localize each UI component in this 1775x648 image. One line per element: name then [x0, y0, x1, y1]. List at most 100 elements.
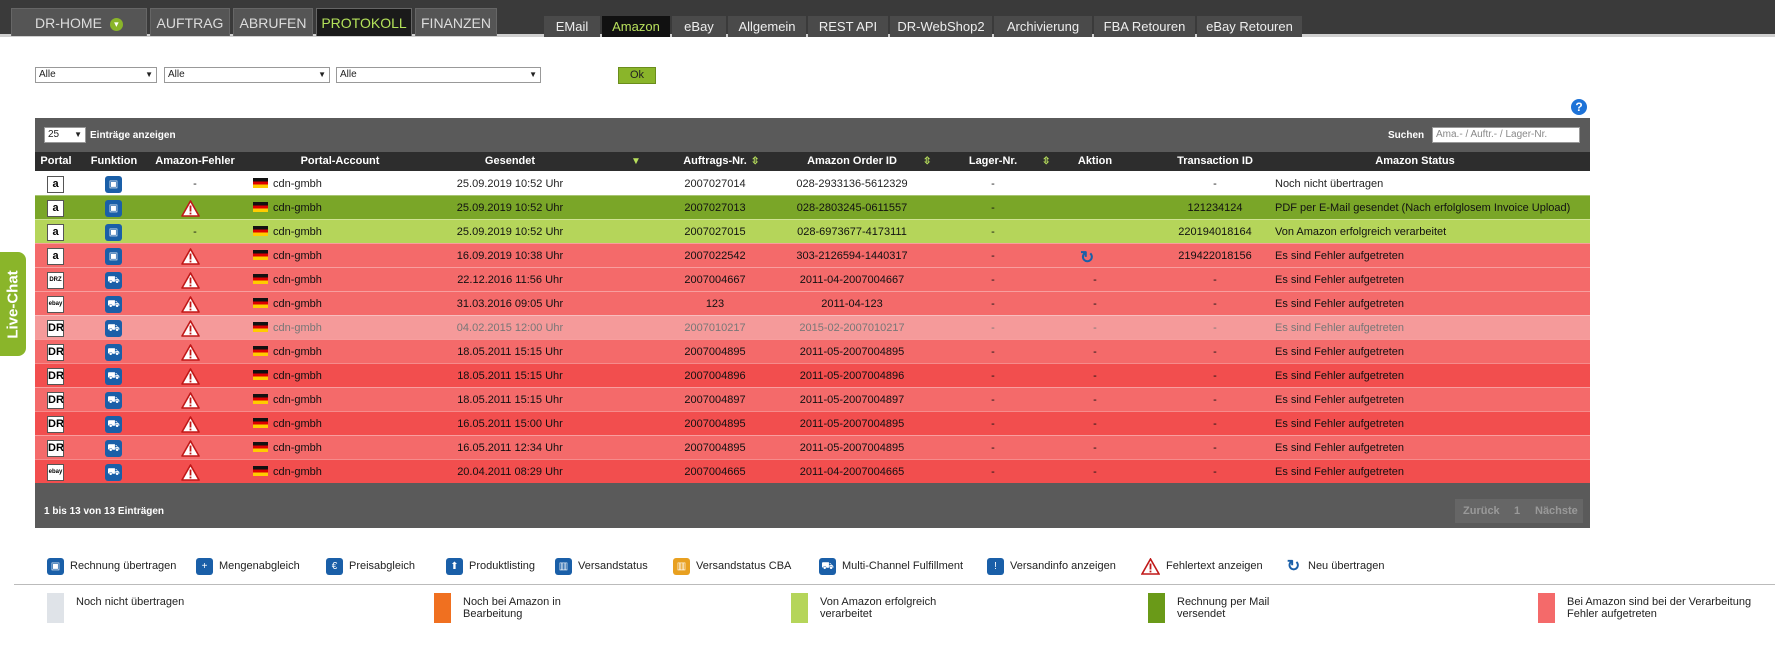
chevron-down-icon[interactable]: ▾: [109, 17, 123, 31]
subtab-label: REST API: [818, 19, 878, 34]
tab-dr-home[interactable]: DR-HOME ▾: [11, 8, 147, 36]
truck-icon[interactable]: ⛟: [105, 296, 122, 313]
sent-cell: 18.05.2011 15:15 Uhr: [457, 394, 563, 406]
subtab-ebay-retouren[interactable]: eBay Retouren: [1197, 16, 1302, 37]
sort-both-icon[interactable]: ⇳: [923, 152, 931, 171]
page-1-button[interactable]: 1: [1514, 499, 1520, 523]
warning-icon[interactable]: [181, 392, 200, 409]
tab-label: DR-HOME: [35, 15, 102, 31]
filter-select-2[interactable]: Alle ▼: [164, 67, 330, 83]
dropdown-arrow-icon: ▼: [318, 70, 326, 79]
subtab-dr-webshop2[interactable]: DR-WebShop2: [890, 16, 992, 37]
search-label: Suchen: [1388, 130, 1425, 141]
legend-item-box: ▥ Versandstatus: [555, 555, 648, 577]
invoice-icon[interactable]: ▣: [105, 248, 122, 265]
ok-button[interactable]: Ok: [618, 67, 656, 84]
sort-both-icon[interactable]: ⇳: [1042, 152, 1050, 171]
sent-cell: 04.02.2015 12:00 Uhr: [456, 322, 564, 334]
truck-icon[interactable]: ⛟: [105, 272, 122, 289]
invoice-icon[interactable]: ▣: [105, 200, 122, 217]
table-row[interactable]: DR ⛟ cdn-gmbh 16.05.2011 15:00 Uhr 200700489…: [35, 411, 1590, 435]
account-name: cdn-gmbh: [273, 466, 322, 478]
warning-icon[interactable]: [181, 440, 200, 457]
sort-desc-icon[interactable]: ▼: [631, 152, 641, 171]
truck-icon[interactable]: ⛟: [105, 440, 122, 457]
table-row[interactable]: a ▣ cdn-gmbh 25.09.2019 10:52 Uhr 2007027013…: [35, 195, 1590, 219]
col-lager-nr[interactable]: Lager-Nr.: [957, 152, 1029, 171]
table-row[interactable]: DR ⛟ cdn-gmbh 16.05.2011 12:34 Uhr 200700489…: [35, 435, 1590, 459]
warning-icon[interactable]: [181, 200, 200, 217]
legend-divider: [14, 584, 1775, 585]
truck-icon[interactable]: ⛟: [105, 464, 122, 481]
truck-icon[interactable]: ⛟: [105, 344, 122, 361]
tab-auftrag[interactable]: AUFTRAG: [150, 8, 230, 36]
status-legend-label: Bei Amazon sind bei der Verarbeitung Feh…: [1567, 596, 1752, 620]
warning-icon[interactable]: [181, 296, 200, 313]
table-row[interactable]: a ▣ - cdn-gmbh 25.09.2019 10:52 Uhr 200702701…: [35, 171, 1590, 195]
table-row[interactable]: ebay ⛟ cdn-gmbh 31.03.2016 09:05 Uhr 123 2011…: [35, 291, 1590, 315]
help-icon[interactable]: ?: [1571, 99, 1587, 115]
table-row[interactable]: DR ⛟ cdn-gmbh 04.02.2015 12:00 Uhr 200701021…: [35, 315, 1590, 339]
filter-select-3[interactable]: Alle ▼: [336, 67, 541, 83]
warning-icon[interactable]: [181, 464, 200, 481]
tab-abrufen[interactable]: ABRUFEN: [233, 8, 313, 36]
amazon-order-id-cell: 2011-05-2007004896: [799, 370, 905, 382]
warning-icon[interactable]: [181, 368, 200, 385]
warning-icon[interactable]: [181, 416, 200, 433]
amazon-order-id-cell: 028-2803245-0611557: [796, 202, 908, 214]
subtab-fba-retouren[interactable]: FBA Retouren: [1094, 16, 1195, 37]
status-legend-label: Noch nicht übertragen: [76, 596, 185, 608]
account-name: cdn-gmbh: [273, 202, 322, 214]
amazon-order-id-cell: 2011-05-2007004895: [799, 346, 905, 358]
status-cell: Es sind Fehler aufgetreten: [1275, 250, 1405, 262]
plus-icon: +: [196, 557, 213, 575]
filter-select-1[interactable]: Alle ▼: [35, 67, 157, 83]
storage-no-cell: -: [991, 442, 995, 454]
status-cell: Es sind Fehler aufgetreten: [1275, 394, 1405, 406]
transaction-id-cell: -: [1213, 394, 1217, 406]
table-row[interactable]: ebay ⛟ cdn-gmbh 20.04.2011 08:29 Uhr 2007004…: [35, 459, 1590, 483]
prev-page-button[interactable]: Zurück: [1463, 499, 1500, 523]
search-input[interactable]: Ama.- / Auftr.- / Lager-Nr.: [1432, 127, 1580, 143]
warning-icon[interactable]: [181, 272, 200, 289]
tab-protokoll[interactable]: PROTOKOLL: [316, 8, 412, 36]
sent-cell: 20.04.2011 08:29 Uhr: [457, 466, 563, 478]
table-row[interactable]: DR ⛟ cdn-gmbh 18.05.2011 15:15 Uhr 200700489…: [35, 387, 1590, 411]
subtab-email[interactable]: EMail: [544, 16, 600, 37]
col-amazon-order-id[interactable]: Amazon Order ID: [782, 152, 922, 171]
truck-icon[interactable]: ⛟: [105, 320, 122, 337]
table-row[interactable]: a ▣ cdn-gmbh 16.09.2019 10:38 Uhr 2007022542…: [35, 243, 1590, 267]
entries-per-page-select[interactable]: 25 ▼: [44, 127, 86, 143]
warning-icon[interactable]: [181, 248, 200, 265]
table-row[interactable]: DR ⛟ cdn-gmbh 18.05.2011 15:15 Uhr 200700489…: [35, 339, 1590, 363]
table-row[interactable]: a ▣ - cdn-gmbh 25.09.2019 10:52 Uhr 200702701…: [35, 219, 1590, 243]
table-row[interactable]: DRZ ⛟ cdn-gmbh 22.12.2016 11:56 Uhr 20070046…: [35, 267, 1590, 291]
subtab-ebay[interactable]: eBay: [672, 16, 726, 37]
warning-icon[interactable]: [181, 344, 200, 361]
subtab-archivierung[interactable]: Archivierung: [994, 16, 1092, 37]
table-row[interactable]: DR ⛟ cdn-gmbh 18.05.2011 15:15 Uhr 200700489…: [35, 363, 1590, 387]
sent-cell: 16.05.2011 12:34 Uhr: [457, 442, 563, 454]
subtab-amazon[interactable]: Amazon: [602, 16, 670, 37]
sort-both-icon[interactable]: ⇳: [751, 152, 759, 171]
live-chat-button[interactable]: Live-Chat: [0, 252, 26, 356]
truck-icon[interactable]: ⛟: [105, 392, 122, 409]
invoice-icon[interactable]: ▣: [105, 176, 122, 193]
protocol-table: 25 ▼ Einträge anzeigen Suchen Ama.- / Auf…: [35, 118, 1590, 528]
truck-icon[interactable]: ⛟: [105, 416, 122, 433]
warning-icon[interactable]: [181, 320, 200, 337]
subtab-rest-api[interactable]: REST API: [808, 16, 888, 37]
tab-finanzen[interactable]: FINANZEN: [415, 8, 497, 36]
transaction-id-cell: -: [1213, 418, 1217, 430]
truck-icon[interactable]: ⛟: [105, 368, 122, 385]
account-cell: cdn-gmbh: [253, 292, 433, 316]
invoice-icon[interactable]: ▣: [105, 224, 122, 241]
tab-label: ABRUFEN: [239, 15, 307, 31]
germany-flag-icon: [253, 394, 268, 404]
account-cell: cdn-gmbh: [253, 244, 433, 268]
subtab-allgemein[interactable]: Allgemein: [728, 16, 806, 37]
col-auftrags-nr[interactable]: Auftrags-Nr.: [666, 152, 764, 171]
col-gesendet[interactable]: Gesendet: [440, 152, 580, 171]
status-legend: Noch nicht übertragen Noch bei Amazon in …: [0, 592, 1775, 626]
next-page-button[interactable]: Nächste: [1535, 499, 1578, 523]
